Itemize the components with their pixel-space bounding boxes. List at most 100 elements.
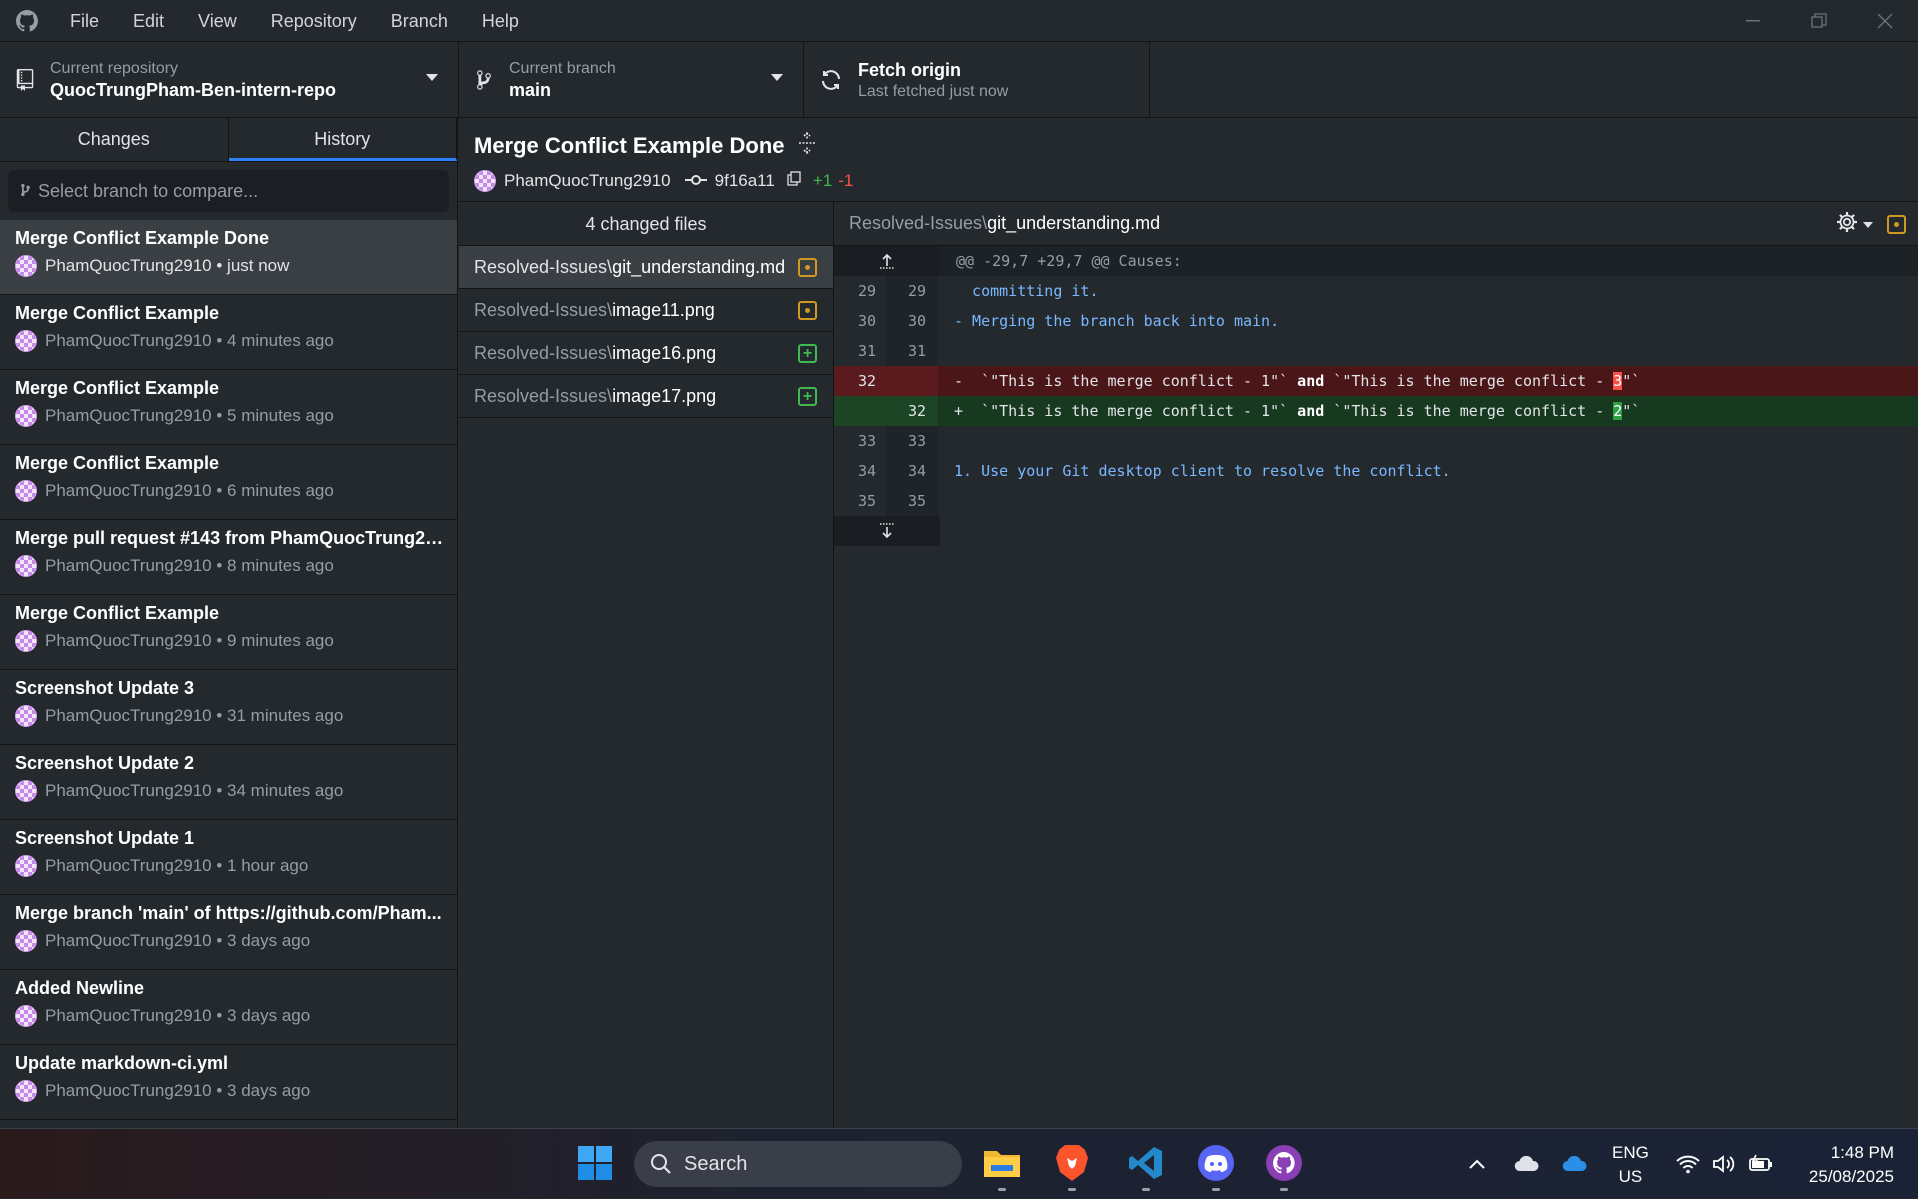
expand-arrows-icon[interactable]: [797, 131, 817, 160]
diff-file-path: Resolved-Issues\ git_understanding.md: [834, 202, 1918, 246]
commit-item[interactable]: Merge Conflict Example PhamQuocTrung2910…: [0, 445, 457, 520]
hunk-header-line: @@ -29,7 +29,7 @@ Causes:: [834, 246, 1918, 276]
file-item[interactable]: Resolved-Issues\ git_understanding.md: [459, 246, 833, 289]
brave-browser-icon[interactable]: [1050, 1141, 1094, 1191]
commit-item[interactable]: Screenshot Update 1 PhamQuocTrung2910 • …: [0, 820, 457, 895]
file-item[interactable]: Resolved-Issues\ image17.png +: [459, 375, 833, 418]
commit-title: Merge pull request #143 from PhamQuocTru…: [15, 528, 445, 548]
commit-item[interactable]: Merge branch 'main' of https://github.co…: [0, 895, 457, 970]
taskbar-clock[interactable]: 1:48 PM 25/08/2025: [1809, 1141, 1894, 1189]
clock-time: 1:48 PM: [1830, 1143, 1894, 1162]
avatar: [15, 930, 37, 952]
file-explorer-icon[interactable]: [980, 1141, 1024, 1191]
old-line-number: 31: [834, 336, 886, 366]
onedrive-personal-icon[interactable]: [1514, 1129, 1540, 1199]
menu-help[interactable]: Help: [466, 0, 537, 42]
volume-icon[interactable]: [1712, 1129, 1736, 1199]
commit-author: PhamQuocTrung2910: [45, 1081, 212, 1100]
fetch-origin-button[interactable]: Fetch origin Last fetched just now: [804, 42, 1150, 118]
menu-edit[interactable]: Edit: [117, 0, 182, 42]
sidebar: Changes History Select branch to compare…: [0, 118, 458, 1128]
commit-item[interactable]: Merge Conflict Example PhamQuocTrung2910…: [0, 295, 457, 370]
minimize-button[interactable]: [1720, 0, 1786, 42]
restore-button[interactable]: [1786, 0, 1852, 42]
commit-item[interactable]: Merge Conflict Example Done PhamQuocTrun…: [0, 220, 457, 295]
compare-branch-input[interactable]: Select branch to compare...: [8, 170, 449, 212]
commit-item[interactable]: Screenshot Update 2 PhamQuocTrung2910 • …: [0, 745, 457, 820]
github-desktop-icon[interactable]: [1262, 1141, 1306, 1191]
clock-date: 25/08/2025: [1808, 1167, 1894, 1186]
file-dir: Resolved-Issues\: [474, 299, 613, 320]
commit-item[interactable]: Screenshot Update 3 PhamQuocTrung2910 • …: [0, 670, 457, 745]
file-name: image17.png: [612, 385, 717, 406]
commit-time: 9 minutes ago: [227, 631, 334, 650]
sidebar-tabs: Changes History: [0, 118, 457, 162]
hunk-header-text: @@ -29,7 +29,7 @@ Causes:: [956, 252, 1182, 270]
vscode-icon[interactable]: [1124, 1141, 1168, 1191]
commit-item[interactable]: Merge Conflict Example PhamQuocTrung2910…: [0, 370, 457, 445]
commit-title: Screenshot Update 3: [15, 678, 195, 698]
tab-history[interactable]: History: [228, 118, 457, 161]
commit-time: 34 minutes ago: [227, 781, 344, 800]
commit-author: PhamQuocTrung2910: [45, 706, 212, 725]
windows-taskbar: Search ENG US 1:48 PM 25/08/2025: [0, 1128, 1918, 1198]
onedrive-business-icon[interactable]: [1562, 1129, 1588, 1199]
added-icon: +: [798, 344, 817, 363]
avatar: [15, 330, 37, 352]
menu-branch[interactable]: Branch: [375, 0, 466, 42]
tab-changes[interactable]: Changes: [0, 118, 229, 161]
file-item[interactable]: Resolved-Issues\ image11.png: [459, 289, 833, 332]
input-language-indicator[interactable]: ENG US: [1612, 1141, 1649, 1189]
commit-author: PhamQuocTrung2910: [45, 481, 212, 500]
menu-view[interactable]: View: [182, 0, 255, 42]
commit-title: Merge Conflict Example: [15, 453, 220, 473]
diff-path-name: git_understanding.md: [987, 213, 1161, 233]
avatar: [15, 255, 37, 277]
menu-repository[interactable]: Repository: [255, 0, 375, 42]
taskbar-search-box[interactable]: Search: [634, 1141, 962, 1187]
avatar: [15, 855, 37, 877]
commit-item[interactable]: Merge Conflict Example PhamQuocTrung2910…: [0, 595, 457, 670]
text-segment: `"This is the merge conflict -: [1324, 372, 1614, 390]
text-segment: "`: [1622, 402, 1641, 420]
menu-file[interactable]: File: [54, 0, 117, 42]
changed-char: 3: [1613, 372, 1623, 390]
diff-lines: @@ -29,7 +29,7 @@ Causes: 29 29 committin…: [834, 246, 1918, 546]
expand-down-icon[interactable]: [834, 516, 940, 546]
commit-item[interactable]: Added Newline PhamQuocTrung2910 • 3 days…: [0, 970, 457, 1045]
changed-files-header: 4 changed files: [459, 202, 833, 246]
commit-title: Merge branch 'main' of https://github.co…: [15, 903, 442, 923]
commit-item[interactable]: Merge pull request #143 from PhamQuocTru…: [0, 520, 457, 595]
commit-item[interactable]: Update markdown-ci.yml PhamQuocTrung2910…: [0, 1045, 457, 1120]
line-text: - `"This is the merge conflict - 1"` and…: [938, 366, 1918, 396]
settings-chevron-down-icon[interactable]: [1863, 221, 1873, 228]
close-button[interactable]: [1852, 0, 1918, 42]
diff-path-dir: Resolved-Issues\: [849, 213, 988, 233]
wifi-icon[interactable]: [1676, 1129, 1700, 1199]
battery-charging-icon[interactable]: [1748, 1129, 1774, 1199]
current-branch-dropdown[interactable]: Current branch main: [459, 42, 804, 118]
toolbar: Current repository QuocTrungPham-Ben-int…: [0, 42, 1918, 118]
windows-start-icon[interactable]: [573, 1141, 617, 1185]
file-dir: Resolved-Issues\: [474, 256, 613, 277]
commit-header-author: PhamQuocTrung2910: [504, 171, 671, 190]
current-repository-dropdown[interactable]: Current repository QuocTrungPham-Ben-int…: [0, 42, 459, 118]
commit-time: just now: [227, 256, 290, 275]
discord-icon[interactable]: [1194, 1141, 1238, 1191]
deleted-line: 32 - `"This is the merge conflict - 1"` …: [834, 366, 1918, 396]
text-segment: `"This is the merge conflict -: [1324, 402, 1614, 420]
copy-icon[interactable]: [787, 171, 801, 191]
tray-overflow-chevron-up-icon[interactable]: [1468, 1129, 1486, 1199]
repo-label: Current repository: [50, 59, 179, 77]
avatar: [15, 705, 37, 727]
new-line-number: 34: [907, 462, 926, 480]
avatar: [474, 170, 496, 192]
file-item[interactable]: Resolved-Issues\ image16.png +: [459, 332, 833, 375]
expand-up-icon[interactable]: [834, 246, 940, 276]
gear-icon[interactable]: [1835, 210, 1859, 239]
commit-list: Merge Conflict Example Done PhamQuocTrun…: [0, 220, 457, 1120]
old-line-number: 30: [834, 306, 886, 336]
text-keyword: and: [1297, 402, 1325, 420]
diff-line: 33 33: [834, 426, 1918, 456]
commit-sha-icon: [684, 171, 707, 191]
